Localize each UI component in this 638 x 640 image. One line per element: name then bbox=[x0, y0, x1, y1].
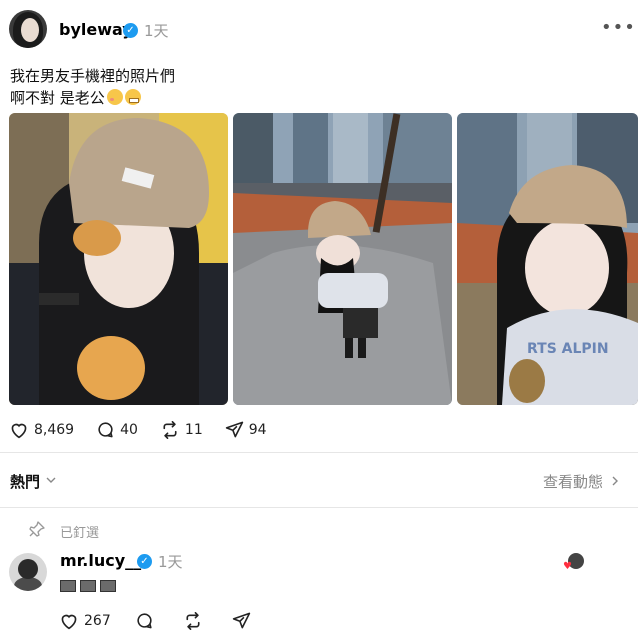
repost-icon bbox=[186, 611, 200, 630]
svg-text:RTS ALPIN: RTS ALPIN bbox=[527, 341, 609, 357]
sticker-image bbox=[80, 580, 96, 592]
share-icon bbox=[232, 612, 250, 629]
repost-button[interactable]: 11 bbox=[160, 420, 203, 439]
grimacing-face-emoji bbox=[124, 89, 141, 105]
more-icon[interactable]: ••• bbox=[601, 19, 635, 38]
verified-icon: ✓ bbox=[123, 23, 138, 38]
repost-count: 11 bbox=[184, 421, 203, 438]
verified-icon: ✓ bbox=[137, 554, 152, 569]
heart-icon bbox=[11, 423, 27, 438]
share-button[interactable]: 94 bbox=[225, 420, 267, 439]
sticker-image bbox=[60, 580, 76, 592]
share-count: 94 bbox=[248, 421, 267, 438]
reply-author-avatar[interactable] bbox=[9, 553, 47, 591]
author-username[interactable]: byleway bbox=[59, 20, 133, 39]
post-caption-line-2: 啊不對 是老公 bbox=[10, 87, 141, 108]
divider bbox=[0, 507, 638, 508]
share-icon bbox=[225, 421, 243, 438]
heart-icon: ♥ bbox=[563, 561, 572, 572]
post-photo-1[interactable] bbox=[9, 113, 228, 405]
post-caption-line-1: 我在男友手機裡的照片們 bbox=[10, 67, 176, 85]
sort-selector[interactable]: 熱門 bbox=[10, 471, 40, 492]
sticker-image bbox=[100, 580, 116, 592]
comment-icon bbox=[137, 613, 152, 629]
comment-icon bbox=[98, 422, 113, 438]
author-avatar[interactable] bbox=[9, 10, 47, 48]
reply-comment-button[interactable] bbox=[135, 611, 159, 630]
heart-icon bbox=[61, 614, 77, 629]
comment-count: 40 bbox=[120, 421, 138, 438]
reply-username[interactable]: mr.lucy__ bbox=[60, 551, 141, 570]
reply-content bbox=[60, 579, 120, 592]
view-activity-link[interactable]: 查看動態 bbox=[543, 471, 603, 492]
post-photo-3[interactable]: RTS ALPIN bbox=[457, 113, 638, 405]
post-time[interactable]: 1天 bbox=[144, 20, 169, 41]
repost-icon bbox=[163, 420, 177, 439]
caption-text: 啊不對 是老公 bbox=[10, 89, 105, 107]
post-actions: 8,469 40 11 94 bbox=[9, 420, 289, 439]
like-count: 8,469 bbox=[34, 421, 75, 438]
chevron-right-icon[interactable] bbox=[611, 476, 619, 486]
pin-icon bbox=[29, 521, 45, 537]
post-photo-2[interactable] bbox=[233, 113, 452, 405]
comment-button[interactable]: 40 bbox=[96, 420, 138, 439]
reply-like-button[interactable]: 267 bbox=[59, 612, 111, 630]
pinned-label: 已釘選 bbox=[60, 526, 100, 541]
reply-repost-button[interactable] bbox=[183, 611, 208, 630]
chevron-down-icon[interactable] bbox=[46, 476, 56, 484]
reply-actions: 267 bbox=[59, 611, 280, 630]
reply-share-button[interactable] bbox=[232, 611, 256, 630]
reply-like-count: 267 bbox=[84, 612, 111, 629]
like-button[interactable]: 8,469 bbox=[9, 421, 74, 439]
divider bbox=[0, 452, 638, 453]
reply-time[interactable]: 1天 bbox=[158, 551, 183, 572]
flushed-face-emoji bbox=[106, 89, 123, 105]
